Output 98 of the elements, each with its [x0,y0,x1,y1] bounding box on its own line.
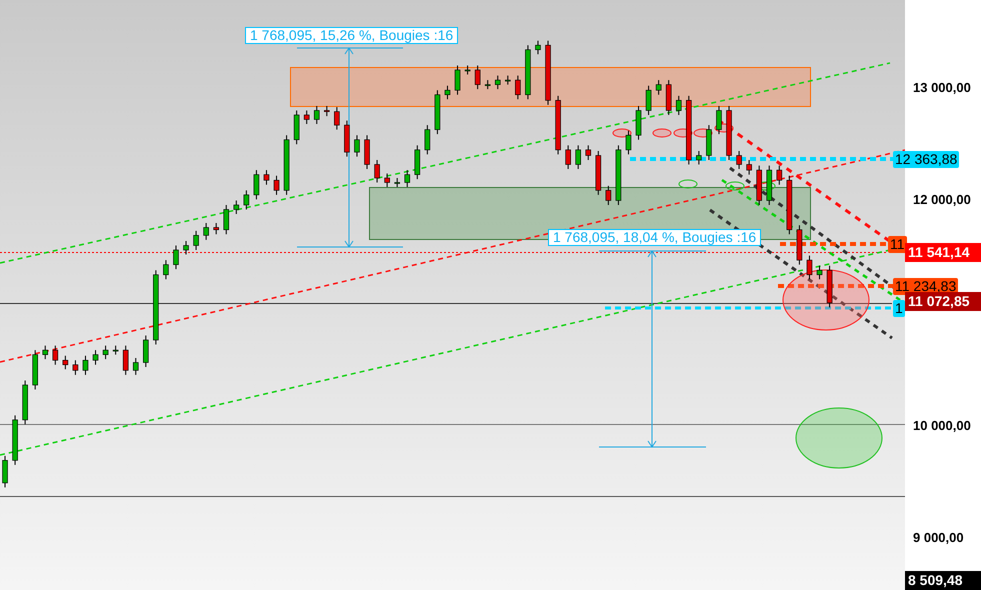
candlestick [484,80,490,90]
candlestick [616,144,622,206]
candlestick [163,260,169,280]
candlestick [474,64,480,90]
measure-label: 1 768,095, 18,04 %, Bougies :16 [548,229,762,246]
candlestick [314,105,320,124]
candlestick [766,165,772,206]
candlestick [424,124,430,155]
candlestick [193,230,199,250]
candlestick [102,345,108,360]
marker-ellipse [612,128,632,138]
candlestick [626,130,632,155]
candlestick [284,134,290,196]
candlestick [575,144,581,170]
candlestick [394,178,400,188]
candlestick [816,265,822,280]
candlestick [676,95,682,116]
candlestick [223,204,230,235]
marker-ellipse [652,128,672,138]
candlestick [545,40,551,106]
candlestick [12,414,18,466]
candlestick [706,124,712,160]
candlestick [112,345,118,356]
candlestick [646,85,652,116]
candlestick [234,200,240,214]
candlestick [264,170,270,186]
candlestick [32,350,38,390]
candlestick [585,144,592,160]
candlestick [555,95,561,155]
candlestick [384,173,390,188]
candlestick [122,345,128,376]
candlestick [565,144,571,170]
candlestick [606,185,612,206]
candlestick [22,380,28,425]
candlestick [434,90,440,135]
candlestick [294,110,300,145]
price-tag: 11 541,14 [905,243,981,262]
candlestick [444,85,450,100]
candlestick [92,350,98,366]
axis-label: 9 000,00 [913,530,964,546]
candlestick [726,105,732,160]
price-tag: 1 [893,300,905,317]
candlestick [344,120,350,158]
price-tag: 12 363,88 [893,151,960,168]
candlestick [414,144,420,180]
candlestick [52,345,58,366]
candlestick [826,265,832,308]
candlestick [686,95,692,165]
candlestick [374,160,380,183]
candlestick [2,455,8,488]
marker-ellipse [726,182,744,190]
candlestick [244,190,250,210]
candlestick [515,75,521,100]
price-tag: 11 [888,236,907,253]
price-tag: 8 509,48 [905,571,981,590]
marker-ellipse [678,180,698,188]
candlestick [596,150,602,196]
candlestick [736,150,742,170]
candlestick [304,110,310,124]
candlestick [505,75,511,86]
axis-label: 12 000,00 [913,192,971,208]
candlestick [82,355,88,376]
candlestick [786,175,792,235]
candlestick [354,134,360,158]
candlestick [173,245,179,270]
measure-label: 1 768,095, 15,26 %, Bougies :16 [245,27,458,44]
candlestick [72,360,78,376]
candlestick [666,80,672,116]
candlestick [656,80,662,96]
candlestick [776,165,782,186]
candlestick [62,355,68,370]
candlestick [183,240,189,255]
candlestick [42,345,48,360]
candlestick [464,64,470,75]
axis-label: 10 000,00 [913,418,971,432]
candlestick [796,224,802,266]
candlestick [756,165,762,206]
candlestick [203,222,209,240]
candlestick [254,170,260,200]
axis-label: 13 000,00 [913,80,971,95]
candlestick [696,150,702,165]
candlestick [535,40,541,55]
candlestick [324,105,330,117]
candlestick [132,358,139,376]
candlestick [525,44,531,100]
candlestick [494,75,501,90]
candlestick [334,106,340,130]
candlestick [746,160,752,176]
candlestick [454,64,460,96]
candlestick [716,105,722,135]
candlestick [213,222,219,235]
candlestick [806,255,812,280]
candlestick [636,105,642,140]
candlestick [143,335,149,368]
candlestick [274,175,280,196]
price-tag: 11 072,85 [905,292,981,311]
candlestick [364,134,370,170]
candlestick [404,170,410,188]
